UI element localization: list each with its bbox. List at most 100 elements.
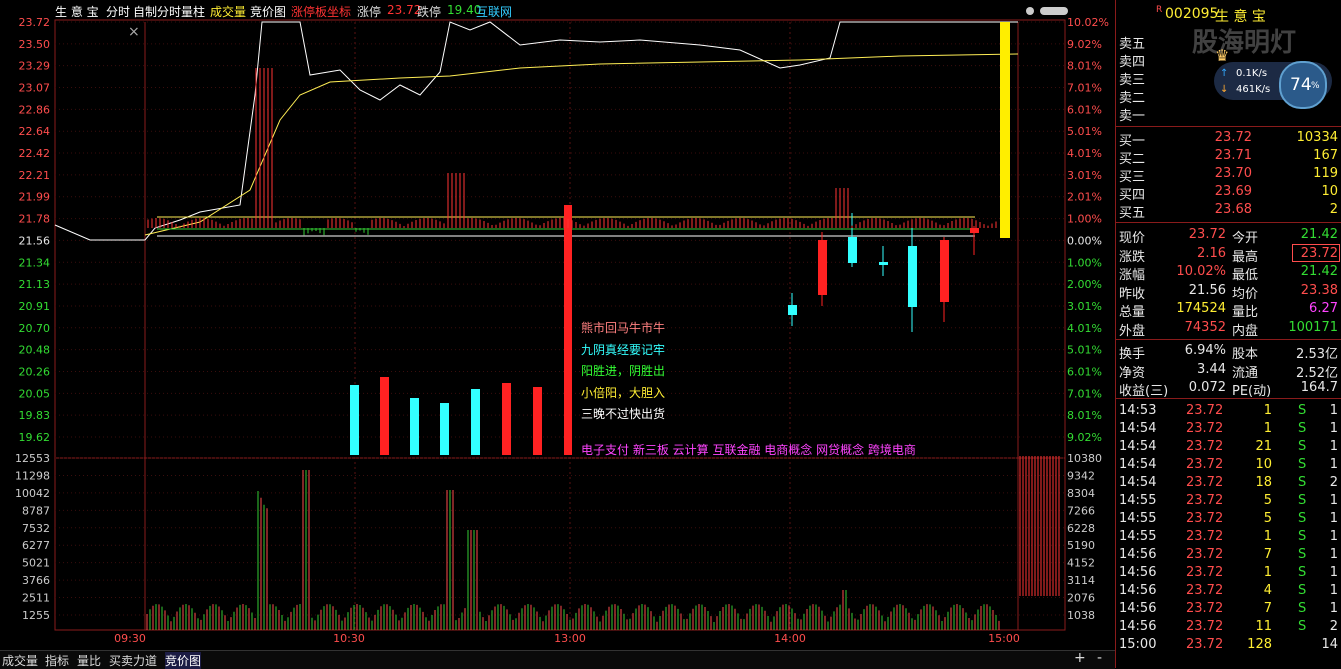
zoom-in-icon[interactable]: + [1074, 650, 1086, 666]
volume-tick-label-right: 3114 [1067, 574, 1095, 587]
tab-indicator[interactable]: 指标 [45, 652, 69, 669]
auction-block [350, 385, 359, 455]
intraday-chart[interactable]: 23.72 23.50 23.29 23.07 22.86 22.64 22.42 22.21… [0, 0, 1115, 650]
annotation-2: 九阴真经要记牢 [581, 342, 666, 357]
zoom-out-icon[interactable]: - [1097, 650, 1102, 666]
tick-time: 14:56 [1119, 565, 1157, 580]
price-tick-label: 21.78 [19, 213, 51, 226]
chart-frame [54, 19, 1066, 631]
tick-time: 14:56 [1119, 619, 1157, 634]
stat-row: 现价 23.72 今开 21.42 [1116, 226, 1341, 246]
stat-value: 100171 [1288, 319, 1338, 335]
tab-buy-sell-force[interactable]: 买卖力道 [109, 652, 157, 669]
tick-price: 23.72 [1186, 511, 1224, 526]
pct-tick-label: 2.01% [1067, 191, 1102, 204]
tick-price: 23.72 [1186, 403, 1224, 418]
bid-volume: 10334 [1296, 130, 1338, 145]
high-price-highlight [1292, 244, 1340, 262]
tick-count: 1 [1329, 583, 1338, 598]
stat-value: 21.42 [1300, 264, 1338, 279]
noon-marker-bar [564, 205, 572, 455]
time-tick-label: 10:30 [333, 632, 365, 645]
pct-tick-label: 7.01% [1067, 82, 1102, 95]
pct-tick-label: 6.01% [1067, 365, 1102, 378]
price-tick-label: 20.26 [19, 365, 51, 378]
time-tick-label: 15:00 [988, 632, 1020, 645]
volume-tick-label: 12553 [15, 452, 50, 465]
divider [1116, 339, 1341, 340]
bid-price: 23.71 [1214, 148, 1252, 163]
stat-value: 174524 [1176, 301, 1226, 316]
pct-tick-label: 4.01% [1067, 322, 1102, 335]
divider [1116, 398, 1341, 399]
bid-volume: 2 [1329, 202, 1338, 217]
tick-time: 14:53 [1119, 403, 1157, 418]
volume-tick-label: 1255 [22, 609, 50, 622]
tab-auction[interactable]: 竞价图 [165, 652, 202, 669]
tick-row: 15:00 23.72 128 14 [1116, 636, 1341, 654]
auction-block [410, 398, 419, 455]
time-tick-label: 14:00 [774, 632, 806, 645]
tick-count: 1 [1329, 439, 1338, 454]
tab-volume[interactable]: 成交量 [2, 652, 38, 669]
fund-label: 股本 [1232, 347, 1259, 362]
tick-count: 1 [1329, 421, 1338, 436]
fund-label: 换手 [1119, 347, 1146, 362]
volume-tick-label: 5021 [22, 557, 50, 570]
tab-volume-ratio[interactable]: 量比 [77, 652, 101, 669]
fund-value: 2.52亿 [1296, 365, 1338, 381]
pct-tick-label: 9.02% [1067, 38, 1102, 51]
tick-direction: S [1298, 619, 1307, 634]
concept-tags: 电子支付 新三板 云计算 互联金融 电商概念 网贷概念 跨境电商 [581, 443, 916, 457]
volume-tick-label-right: 10380 [1067, 452, 1102, 465]
annotation-1: 熊市回马牛市牛 [581, 321, 666, 335]
stat-row: 昨收 21.56 均价 23.38 [1116, 282, 1341, 302]
stat-row: 外盘 74352 内盘 100171 [1116, 319, 1341, 339]
price-tick-label: 21.99 [19, 191, 51, 204]
tick-price: 23.72 [1186, 619, 1224, 634]
tick-volume: 128 [1247, 637, 1272, 652]
volume-tick-label-right: 6228 [1067, 522, 1095, 535]
stat-label: 今开 [1232, 231, 1259, 246]
tick-direction: S [1298, 583, 1307, 598]
time-tick-label: 13:00 [554, 632, 586, 645]
bid-price: 23.69 [1214, 184, 1252, 199]
tick-count: 1 [1329, 529, 1338, 544]
chart-area[interactable]: 生 意 宝 分时 自制分时量柱 成交量 竞价图 涨停板坐标 涨停 23.72 跌… [0, 0, 1115, 669]
pct-tick-label: 5.01% [1067, 344, 1102, 357]
pct-tick-label: 5.01% [1067, 125, 1102, 138]
pct-tick-label: 9.02% [1067, 431, 1102, 444]
tick-count: 1 [1329, 565, 1338, 580]
pct-tick-label: 8.01% [1067, 409, 1102, 422]
volume-tick-label-right: 9342 [1067, 469, 1095, 482]
fund-row: 收益(三) 0.072 PE(动) 164.7 [1116, 379, 1341, 399]
volume-tick-label: 3766 [22, 574, 50, 587]
stat-value: 23.72 [1188, 227, 1226, 242]
bid-row: 买二 23.71 167 [1116, 147, 1341, 167]
stat-value: 21.42 [1300, 227, 1338, 242]
annotation-5: 三晚不过快出货 [581, 407, 666, 421]
bid-label: 买五 [1119, 206, 1146, 221]
stat-value: 6.27 [1309, 301, 1338, 316]
tick-direction: S [1298, 565, 1307, 580]
price-tick-label: 20.70 [19, 322, 51, 335]
bid-price: 23.68 [1214, 202, 1252, 217]
bid-volume: 10 [1321, 184, 1338, 199]
divider [1116, 222, 1341, 223]
stat-row: 总量 174524 量比 6.27 [1116, 300, 1341, 320]
bid-row: 买五 23.68 2 [1116, 201, 1341, 221]
price-tick-label: 19.62 [19, 431, 51, 444]
bid-row: 买三 23.70 119 [1116, 165, 1341, 185]
auction-block [380, 377, 389, 455]
fund-value: 2.53亿 [1296, 347, 1338, 362]
tick-row: 14:54 23.72 18 S 2 [1116, 474, 1341, 492]
tick-price: 23.72 [1186, 547, 1224, 562]
tick-price: 23.72 [1186, 529, 1224, 544]
pct-tick-label: 3.01% [1067, 169, 1102, 182]
candle-body [848, 237, 857, 263]
tick-time: 14:54 [1119, 439, 1157, 454]
volume-tick-label-right: 4152 [1067, 557, 1095, 570]
stat-label: 最高 [1232, 249, 1259, 265]
pct-tick-label: 4.01% [1067, 147, 1102, 160]
tick-row: 14:54 23.72 10 S 1 [1116, 456, 1341, 474]
